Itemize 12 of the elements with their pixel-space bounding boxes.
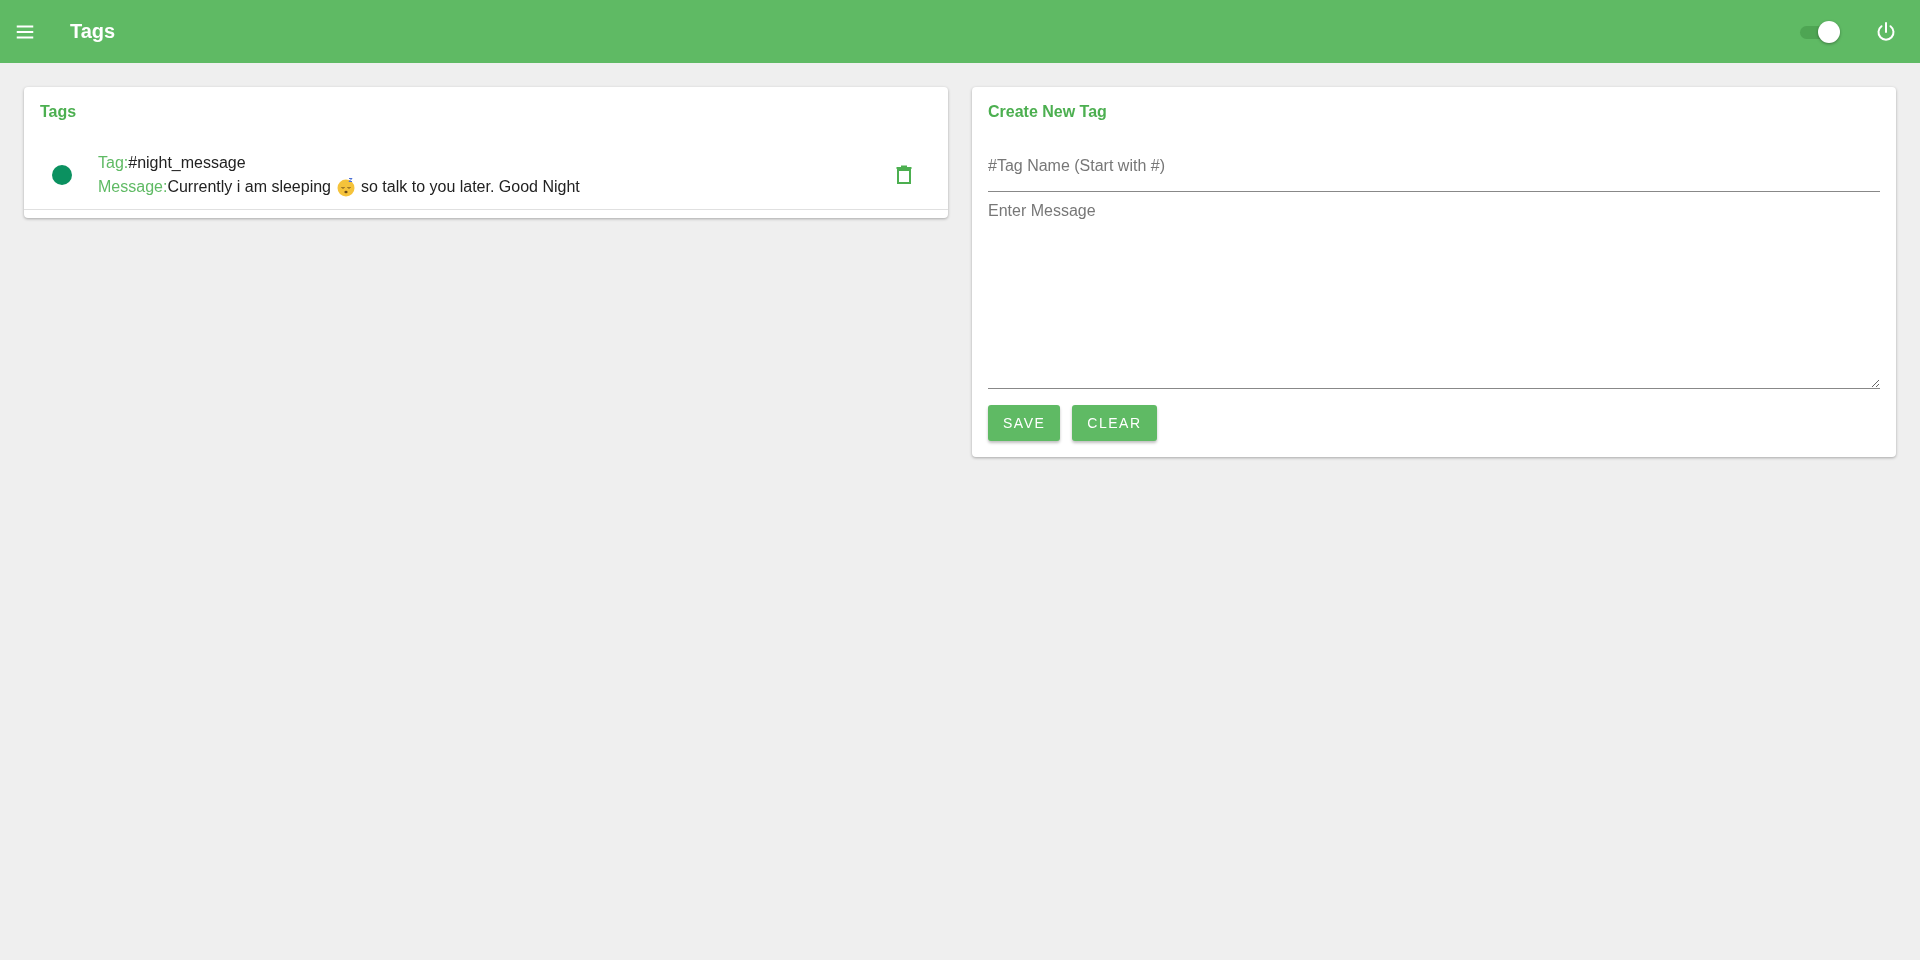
sleeping-face-icon	[336, 177, 356, 197]
card-title: Create New Tag	[988, 103, 1108, 122]
tag-label: Tag:	[98, 153, 129, 173]
card-title: Tags	[40, 103, 78, 122]
message-text: Currently i am sleeping	[167, 177, 331, 197]
toggle-switch[interactable]	[1798, 19, 1838, 44]
message-text: so talk to you later. Good Night	[361, 177, 580, 197]
message-label: Message:	[98, 177, 168, 197]
action-button[interactable]: CLEAR	[1072, 405, 1157, 441]
app-title: Tags	[70, 20, 116, 43]
action-button[interactable]: SAVE	[988, 405, 1061, 441]
tag-name: #night_message	[128, 153, 246, 173]
